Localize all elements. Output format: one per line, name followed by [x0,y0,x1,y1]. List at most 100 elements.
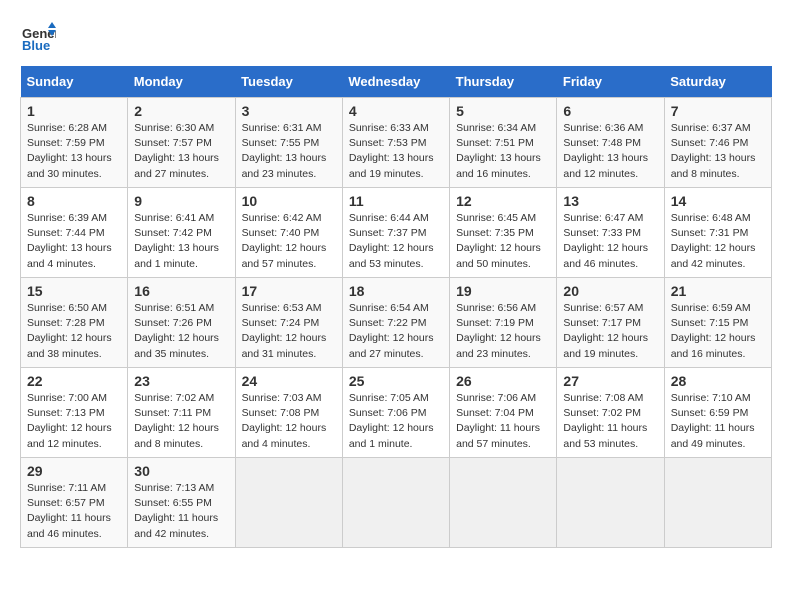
calendar-cell: 5 Sunrise: 6:34 AM Sunset: 7:51 PM Daylig… [450,98,557,188]
day-info: Sunrise: 6:57 AM Sunset: 7:17 PM Dayligh… [563,301,657,362]
day-number: 11 [349,193,443,209]
day-number: 17 [242,283,336,299]
column-header-friday: Friday [557,66,664,98]
calendar-cell [557,458,664,548]
calendar-cell: 9 Sunrise: 6:41 AM Sunset: 7:42 PM Daylig… [128,188,235,278]
calendar-cell: 8Sunrise: 6:39 AM Sunset: 7:44 PM Daylig… [21,188,128,278]
day-number: 4 [349,103,443,119]
calendar-cell: 16Sunrise: 6:51 AM Sunset: 7:26 PM Dayli… [128,278,235,368]
day-info: Sunrise: 7:06 AM Sunset: 7:04 PM Dayligh… [456,391,550,452]
day-info: Sunrise: 6:45 AM Sunset: 7:35 PM Dayligh… [456,211,550,272]
day-number: 15 [27,283,121,299]
calendar-cell [342,458,449,548]
day-number: 21 [671,283,765,299]
calendar-cell: 28 Sunrise: 7:10 AM Sunset: 6:59 PM Dayli… [664,368,771,458]
day-info: Sunrise: 7:02 AM Sunset: 7:11 PM Dayligh… [134,391,228,452]
day-number: 1 [27,103,121,119]
day-number: 18 [349,283,443,299]
calendar-week-4: 22 Sunrise: 7:00 AM Sunset: 7:13 PM Dayli… [21,368,772,458]
svg-text:Blue: Blue [22,38,50,53]
day-number: 16 [134,283,228,299]
column-header-thursday: Thursday [450,66,557,98]
calendar-cell: 17 Sunrise: 6:53 AM Sunset: 7:24 PM Dayli… [235,278,342,368]
calendar-cell: 10Sunrise: 6:42 AM Sunset: 7:40 PM Dayli… [235,188,342,278]
day-number: 10 [242,193,336,209]
calendar-cell: 1Sunrise: 6:28 AM Sunset: 7:59 PM Daylig… [21,98,128,188]
day-number: 5 [456,103,550,119]
column-header-monday: Monday [128,66,235,98]
day-info: Sunrise: 6:37 AM Sunset: 7:46 PM Dayligh… [671,121,765,182]
day-number: 14 [671,193,765,209]
day-info: Sunrise: 6:34 AM Sunset: 7:51 PM Dayligh… [456,121,550,182]
day-number: 19 [456,283,550,299]
day-info: Sunrise: 6:41 AM Sunset: 7:42 PM Dayligh… [134,211,228,272]
day-number: 20 [563,283,657,299]
calendar-cell: 29Sunrise: 7:11 AM Sunset: 6:57 PM Dayli… [21,458,128,548]
day-number: 9 [134,193,228,209]
column-header-tuesday: Tuesday [235,66,342,98]
calendar-cell: 11 Sunrise: 6:44 AM Sunset: 7:37 PM Dayli… [342,188,449,278]
day-info: Sunrise: 6:56 AM Sunset: 7:19 PM Dayligh… [456,301,550,362]
day-info: Sunrise: 7:13 AM Sunset: 6:55 PM Dayligh… [134,481,228,542]
day-info: Sunrise: 6:50 AM Sunset: 7:28 PM Dayligh… [27,301,121,362]
day-number: 30 [134,463,228,479]
calendar-cell: 21 Sunrise: 6:59 AM Sunset: 7:15 PM Dayli… [664,278,771,368]
calendar-cell: 3Sunrise: 6:31 AM Sunset: 7:55 PM Daylig… [235,98,342,188]
day-info: Sunrise: 6:36 AM Sunset: 7:48 PM Dayligh… [563,121,657,182]
day-info: Sunrise: 6:30 AM Sunset: 7:57 PM Dayligh… [134,121,228,182]
calendar-cell: 12 Sunrise: 6:45 AM Sunset: 7:35 PM Dayli… [450,188,557,278]
day-info: Sunrise: 7:10 AM Sunset: 6:59 PM Dayligh… [671,391,765,452]
calendar-cell: 20 Sunrise: 6:57 AM Sunset: 7:17 PM Dayli… [557,278,664,368]
day-number: 13 [563,193,657,209]
calendar-cell: 22 Sunrise: 7:00 AM Sunset: 7:13 PM Dayli… [21,368,128,458]
logo: General Blue [20,20,56,56]
calendar-week-5: 29Sunrise: 7:11 AM Sunset: 6:57 PM Dayli… [21,458,772,548]
day-number: 26 [456,373,550,389]
day-number: 29 [27,463,121,479]
calendar-table: SundayMondayTuesdayWednesdayThursdayFrid… [20,66,772,548]
day-info: Sunrise: 6:54 AM Sunset: 7:22 PM Dayligh… [349,301,443,362]
day-info: Sunrise: 6:53 AM Sunset: 7:24 PM Dayligh… [242,301,336,362]
day-number: 25 [349,373,443,389]
day-number: 27 [563,373,657,389]
day-info: Sunrise: 6:44 AM Sunset: 7:37 PM Dayligh… [349,211,443,272]
column-header-sunday: Sunday [21,66,128,98]
day-number: 6 [563,103,657,119]
column-header-saturday: Saturday [664,66,771,98]
day-number: 7 [671,103,765,119]
day-info: Sunrise: 6:31 AM Sunset: 7:55 PM Dayligh… [242,121,336,182]
logo-icon: General Blue [20,20,56,56]
calendar-cell: 30 Sunrise: 7:13 AM Sunset: 6:55 PM Dayli… [128,458,235,548]
day-info: Sunrise: 6:48 AM Sunset: 7:31 PM Dayligh… [671,211,765,272]
calendar-cell: 26 Sunrise: 7:06 AM Sunset: 7:04 PM Dayli… [450,368,557,458]
day-info: Sunrise: 7:03 AM Sunset: 7:08 PM Dayligh… [242,391,336,452]
calendar-cell: 19 Sunrise: 6:56 AM Sunset: 7:19 PM Dayli… [450,278,557,368]
day-number: 28 [671,373,765,389]
calendar-cell: 13 Sunrise: 6:47 AM Sunset: 7:33 PM Dayli… [557,188,664,278]
column-header-wednesday: Wednesday [342,66,449,98]
day-number: 12 [456,193,550,209]
calendar-cell: 25Sunrise: 7:05 AM Sunset: 7:06 PM Dayli… [342,368,449,458]
calendar-cell [450,458,557,548]
page-header: General Blue [20,20,772,56]
calendar-cell: 14 Sunrise: 6:48 AM Sunset: 7:31 PM Dayli… [664,188,771,278]
calendar-cell: 15 Sunrise: 6:50 AM Sunset: 7:28 PM Dayli… [21,278,128,368]
day-info: Sunrise: 7:08 AM Sunset: 7:02 PM Dayligh… [563,391,657,452]
calendar-week-2: 8Sunrise: 6:39 AM Sunset: 7:44 PM Daylig… [21,188,772,278]
calendar-cell: 6 Sunrise: 6:36 AM Sunset: 7:48 PM Daylig… [557,98,664,188]
day-number: 23 [134,373,228,389]
calendar-cell: 18 Sunrise: 6:54 AM Sunset: 7:22 PM Dayli… [342,278,449,368]
calendar-cell: 4 Sunrise: 6:33 AM Sunset: 7:53 PM Daylig… [342,98,449,188]
day-number: 22 [27,373,121,389]
calendar-cell: 27 Sunrise: 7:08 AM Sunset: 7:02 PM Dayli… [557,368,664,458]
calendar-cell: 23 Sunrise: 7:02 AM Sunset: 7:11 PM Dayli… [128,368,235,458]
calendar-header-row: SundayMondayTuesdayWednesdayThursdayFrid… [21,66,772,98]
calendar-cell [664,458,771,548]
day-info: Sunrise: 6:33 AM Sunset: 7:53 PM Dayligh… [349,121,443,182]
calendar-week-3: 15 Sunrise: 6:50 AM Sunset: 7:28 PM Dayli… [21,278,772,368]
day-info: Sunrise: 7:00 AM Sunset: 7:13 PM Dayligh… [27,391,121,452]
calendar-cell: 2Sunrise: 6:30 AM Sunset: 7:57 PM Daylig… [128,98,235,188]
calendar-week-1: 1Sunrise: 6:28 AM Sunset: 7:59 PM Daylig… [21,98,772,188]
day-info: Sunrise: 6:59 AM Sunset: 7:15 PM Dayligh… [671,301,765,362]
day-info: Sunrise: 6:47 AM Sunset: 7:33 PM Dayligh… [563,211,657,272]
